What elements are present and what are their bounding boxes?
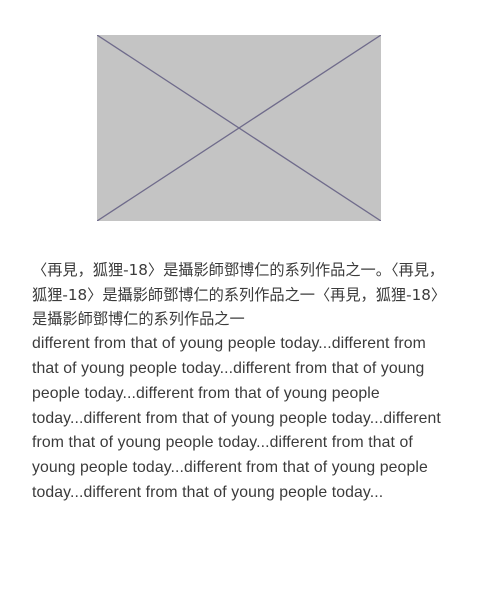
caption-english-text: different from that of young people toda…: [32, 335, 441, 501]
caption-chinese-text: 〈再見，狐狸-18〉是攝影師鄧博仁的系列作品之一。〈再見，狐狸-18〉是攝影師鄧…: [32, 261, 447, 329]
caption: 〈再見，狐狸-18〉是攝影師鄧博仁的系列作品之一。〈再見，狐狸-18〉是攝影師鄧…: [32, 258, 456, 506]
broken-image-placeholder-icon: [97, 35, 381, 221]
